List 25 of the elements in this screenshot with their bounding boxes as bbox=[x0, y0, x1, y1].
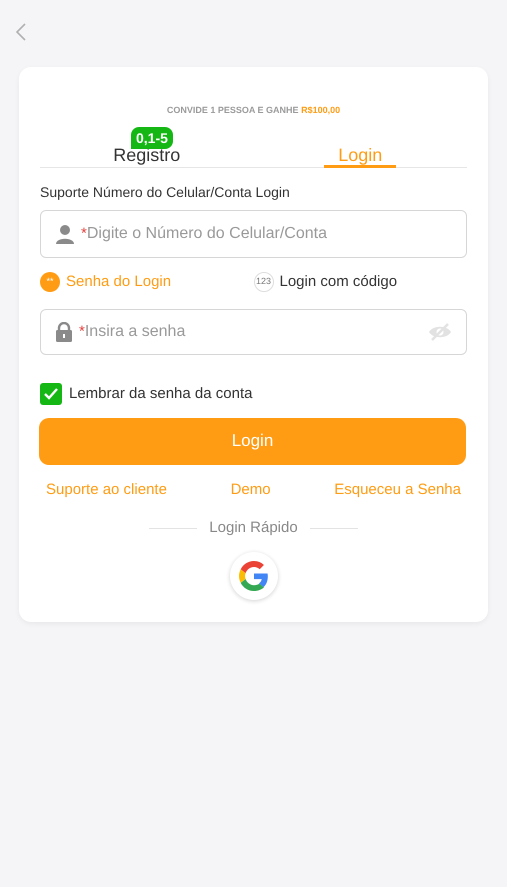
back-icon[interactable] bbox=[14, 22, 28, 42]
footer-link[interactable]: Suporte ao cliente bbox=[46, 478, 167, 501]
lock-icon bbox=[55, 322, 73, 342]
quick-login-label: Login Rápido bbox=[209, 518, 298, 538]
required-mark: * bbox=[81, 224, 87, 244]
footer-link[interactable]: Demo bbox=[230, 478, 271, 501]
hidden-eye-icon[interactable] bbox=[428, 323, 452, 341]
tab[interactable]: Login bbox=[324, 127, 396, 168]
user-icon bbox=[55, 224, 75, 244]
login-method-option[interactable]: ** Senha do Login bbox=[40, 270, 254, 294]
login-button[interactable]: Login bbox=[39, 418, 466, 464]
invite-text: CONVIDE 1 PESSOA E GANHE R$100,00 bbox=[166, 105, 340, 115]
remember-checkbox[interactable]: Lembrar da senha da conta bbox=[40, 383, 252, 406]
reward-badge: 0,1-5 bbox=[131, 127, 173, 149]
password-field[interactable]: *Insira a senha bbox=[40, 309, 467, 355]
account-label: Suporte Número do Celular/Conta Login bbox=[40, 183, 291, 202]
account-field[interactable]: *Digite o Número do Celular/Conta bbox=[40, 210, 467, 258]
account-input[interactable]: Digite o Número do Celular/Conta bbox=[86, 222, 452, 246]
google-login-button[interactable] bbox=[230, 552, 278, 600]
password-input[interactable]: Insira a senha bbox=[84, 320, 422, 344]
login-method-option[interactable]: 123 Login com código bbox=[254, 270, 467, 294]
check-icon bbox=[43, 387, 59, 402]
footer-link[interactable]: Esqueceu a Senha bbox=[334, 478, 461, 501]
required-mark: * bbox=[79, 322, 85, 342]
google-icon bbox=[238, 560, 268, 590]
